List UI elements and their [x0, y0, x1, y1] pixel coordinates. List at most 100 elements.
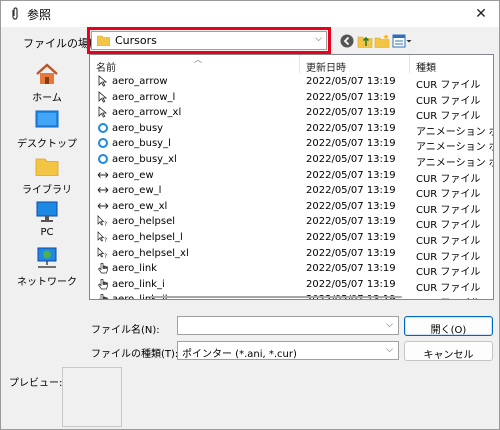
file-date: 2022/05/07 13:19: [306, 200, 396, 212]
up-folder-icon[interactable]: [357, 33, 373, 49]
file-date: 2022/05/07 13:19: [306, 216, 396, 228]
file-date: 2022/05/07 13:19: [306, 154, 396, 165]
file-name: aero_helpsel_l: [112, 232, 183, 243]
file-name: aero_ew: [112, 169, 154, 181]
open-button[interactable]: 開く(O): [404, 316, 493, 336]
file-row[interactable]: aero_link_i 2022/05/07 13:19 CUR ファイル: [90, 277, 493, 294]
cursor-ew-icon: [97, 200, 109, 212]
file-name: aero_link_i: [112, 278, 165, 290]
file-date: 2022/05/07 13:19: [306, 138, 396, 150]
title-bar: 参照 ✕: [1, 1, 499, 27]
file-date: 2022/05/07 13:19: [306, 91, 396, 103]
filetype-value: ポインター (*.ani, *.cur): [182, 349, 297, 360]
svg-text:?: ?: [104, 237, 107, 243]
paperclip-icon: [12, 7, 18, 20]
location-value: Cursors: [115, 34, 157, 47]
place-desktop[interactable]: デスクトップ: [7, 107, 87, 153]
library-icon: [35, 158, 59, 176]
file-row[interactable]: ? aero_helpsel_xl 2022/05/07 13:19 CUR ファイル: [90, 246, 493, 263]
file-name: aero_ew_xl: [112, 200, 168, 212]
sort-up-icon: ︿: [194, 55, 202, 64]
file-row[interactable]: aero_arrow_xl 2022/05/07 13:19 CUR ファイル: [90, 105, 493, 122]
new-folder-icon[interactable]: [374, 33, 390, 49]
cursor-help-icon: ?: [97, 246, 109, 259]
file-row[interactable]: aero_busy_xl2022/05/07 13:19アニメーション ポインタ…: [90, 152, 493, 169]
cursor-hand-icon: [97, 262, 109, 274]
cursor-help-icon: ?: [97, 215, 109, 227]
column-name-label: 名前: [96, 63, 116, 74]
file-name: aero_arrow_l: [112, 91, 176, 103]
svg-text:?: ?: [104, 221, 107, 227]
file-name: aero_link: [112, 263, 157, 275]
cursor-ew-icon: [97, 169, 109, 181]
view-menu-icon[interactable]: [392, 33, 412, 49]
column-header-date[interactable]: 更新日時: [300, 55, 410, 74]
file-date: 2022/05/07 13:19: [306, 263, 396, 275]
chevron-down-icon: ⌵: [386, 320, 393, 330]
back-icon[interactable]: [339, 33, 355, 49]
file-name: aero_busy_l: [112, 138, 171, 150]
file-name: aero_helpsel: [112, 216, 176, 228]
filetype-label: ファイルの種類(T):: [91, 349, 179, 360]
place-library[interactable]: ライブラリ: [7, 153, 87, 199]
cursor-arrow-icon: [97, 106, 109, 118]
column-header-type[interactable]: 種類: [410, 55, 493, 74]
filetype-select[interactable]: ポインター (*.ani, *.cur) ⌵: [177, 341, 399, 360]
cursor-arrow-icon: [97, 75, 109, 87]
file-row[interactable]: aero_busy2022/05/07 13:19アニメーション ポインター: [90, 121, 493, 138]
column-header-name[interactable]: 名前 ︿: [90, 55, 300, 74]
location-combobox[interactable]: Cursors ⌵: [91, 31, 327, 50]
file-date: 2022/05/07 13:19: [306, 169, 396, 181]
place-pc[interactable]: PC: [7, 199, 87, 245]
place-label: ライブラリ: [22, 185, 72, 196]
desktop-icon: [35, 110, 59, 128]
column-date-label: 更新日時: [306, 63, 346, 74]
scrollbar-thumb[interactable]: [150, 296, 402, 298]
file-date: 2022/05/07 13:19: [306, 185, 396, 197]
filename-label: ファイル名(N):: [91, 325, 160, 336]
file-date: 2022/05/07 13:19: [306, 107, 396, 119]
file-row[interactable]: aero_ew 2022/05/07 13:19 CUR ファイル: [90, 168, 493, 185]
cursor-ew-icon: [97, 184, 109, 196]
place-label: PC: [40, 227, 54, 238]
cursor-arrow-icon: [97, 90, 109, 103]
file-name: aero_helpsel_xl: [112, 247, 189, 259]
file-row[interactable]: aero_link 2022/05/07 13:19 CUR ファイル: [90, 261, 493, 278]
file-date: 2022/05/07 13:19: [306, 247, 396, 259]
file-name: aero_arrow_xl: [112, 107, 182, 119]
file-name: aero_ew_l: [112, 185, 162, 197]
file-row[interactable]: ? aero_helpsel 2022/05/07 13:19 CUR ファイル: [90, 214, 493, 231]
home-icon: [36, 63, 58, 84]
close-button[interactable]: ✕: [463, 1, 499, 27]
file-date: 2022/05/07 13:19: [306, 76, 396, 87]
horizontal-scrollbar[interactable]: [90, 296, 493, 299]
places-bar: ホーム デスクトップ ライブラリ PC ネットワーク: [7, 55, 87, 295]
file-row[interactable]: aero_ew_xl 2022/05/07 13:19 CUR ファイル: [90, 199, 493, 216]
cursor-hand-icon: [97, 278, 109, 290]
cursor-busy-icon: [97, 122, 109, 134]
browse-dialog: 参照 ✕ ファイルの場所(I): Cursors ⌵ ホーム デスクトップ ライ…: [0, 0, 500, 430]
file-row[interactable]: aero_arrow_l 2022/05/07 13:19 CUR ファイル: [90, 90, 493, 107]
column-type-label: 種類: [416, 63, 436, 74]
file-name: aero_busy: [112, 122, 164, 134]
preview-label: プレビュー:: [9, 378, 63, 389]
file-row[interactable]: ? aero_helpsel_l 2022/05/07 13:19 CUR ファイル: [90, 230, 493, 247]
svg-text:?: ?: [104, 253, 107, 259]
file-row[interactable]: aero_ew_l 2022/05/07 13:19 CUR ファイル: [90, 183, 493, 200]
file-date: 2022/05/07 13:19: [306, 122, 396, 134]
cursor-busy-icon: [97, 137, 109, 149]
file-date: 2022/05/07 13:19: [306, 278, 396, 290]
chevron-down-icon: ⌵: [386, 345, 393, 355]
pc-icon: [36, 201, 58, 222]
filename-combobox[interactable]: ⌵: [177, 316, 399, 335]
place-home[interactable]: ホーム: [7, 61, 87, 107]
place-label: ネットワーク: [17, 277, 77, 288]
file-row[interactable]: aero_busy_l2022/05/07 13:19アニメーション ポインター: [90, 136, 493, 153]
close-icon: ✕: [475, 6, 487, 22]
file-name: aero_arrow: [112, 76, 168, 87]
chevron-down-icon: ⌵: [315, 34, 322, 44]
file-list[interactable]: 名前 ︿ 更新日時 種類 aero_arrow 2022/05/07 13:19 C…: [89, 54, 494, 300]
place-network[interactable]: ネットワーク: [7, 245, 87, 291]
file-row[interactable]: aero_arrow 2022/05/07 13:19 CUR ファイル: [90, 74, 493, 91]
cancel-button[interactable]: キャンセル: [404, 341, 493, 361]
